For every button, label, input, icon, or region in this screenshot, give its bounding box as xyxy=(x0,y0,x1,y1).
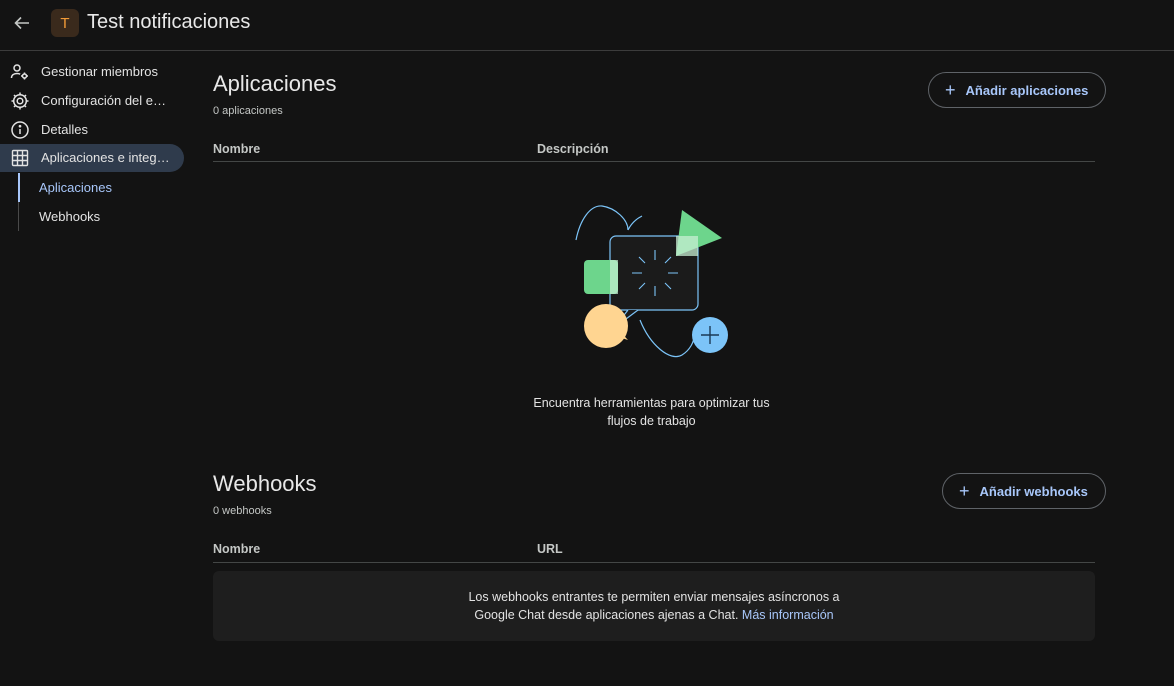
apps-empty-line-1: Encuentra herramientas para optimizar tu… xyxy=(533,396,770,410)
subnav-active-indicator xyxy=(18,173,20,202)
sidebar-item-apps-integrations[interactable]: Aplicaciones e integraciones xyxy=(0,144,184,172)
manage-members-icon xyxy=(10,62,30,82)
apps-header-divider xyxy=(213,161,1095,162)
sidebar-item-label: Detalles xyxy=(41,122,88,137)
empty-apps-illustration xyxy=(570,200,735,365)
subnav-item-apps[interactable]: Aplicaciones xyxy=(39,180,112,195)
top-bar: T Test notificaciones xyxy=(0,0,1174,51)
more-info-link[interactable]: Más información xyxy=(742,608,834,622)
add-webhooks-label: Añadir webhooks xyxy=(979,483,1088,499)
sidebar-item-details[interactable]: Detalles xyxy=(0,116,184,144)
info-icon xyxy=(10,120,30,140)
webhooks-col-url: URL xyxy=(537,542,563,556)
apps-col-name: Nombre xyxy=(213,142,261,156)
add-webhooks-button[interactable]: + Añadir webhooks xyxy=(942,473,1106,509)
webhooks-header-divider xyxy=(213,562,1095,563)
sidebar-item-label: Configuración del espacio xyxy=(41,93,171,108)
sidebar-item-label: Gestionar miembros xyxy=(41,64,159,79)
apps-count: 0 aplicaciones xyxy=(213,105,283,117)
apps-grid-icon xyxy=(10,148,30,168)
apps-section-title: Aplicaciones xyxy=(213,71,337,96)
webhooks-info-text: Los webhooks entrantes te permiten envia… xyxy=(213,588,1095,624)
sidebar-item-label: Aplicaciones e integraciones xyxy=(41,150,171,165)
sidebar: Gestionar miembros Configuración del esp… xyxy=(0,51,190,686)
webhooks-section-title: Webhooks xyxy=(213,471,317,496)
webhooks-info-line-2: Google Chat desde aplicaciones ajenas a … xyxy=(474,608,739,622)
webhooks-count: 0 webhooks xyxy=(213,505,272,517)
plus-icon: + xyxy=(959,481,970,501)
gear-icon xyxy=(10,91,30,111)
add-apps-button[interactable]: + Añadir aplicaciones xyxy=(928,72,1106,108)
plus-icon: + xyxy=(945,80,956,100)
sidebar-item-manage-members[interactable]: Gestionar miembros xyxy=(0,58,184,86)
subnav-item-webhooks[interactable]: Webhooks xyxy=(39,209,100,224)
space-avatar: T xyxy=(51,9,79,37)
add-apps-label: Añadir aplicaciones xyxy=(965,82,1089,98)
webhooks-info-box: Los webhooks entrantes te permiten envia… xyxy=(213,571,1095,641)
sidebar-item-space-settings[interactable]: Configuración del espacio xyxy=(0,87,184,115)
space-title: Test notificaciones xyxy=(87,11,251,33)
back-arrow-icon[interactable] xyxy=(10,11,34,35)
webhooks-info-line-1: Los webhooks entrantes te permiten envia… xyxy=(468,590,840,604)
webhooks-col-name: Nombre xyxy=(213,542,261,556)
apps-col-description: Descripción xyxy=(537,142,609,156)
apps-empty-line-2: flujos de trabajo xyxy=(607,414,696,428)
